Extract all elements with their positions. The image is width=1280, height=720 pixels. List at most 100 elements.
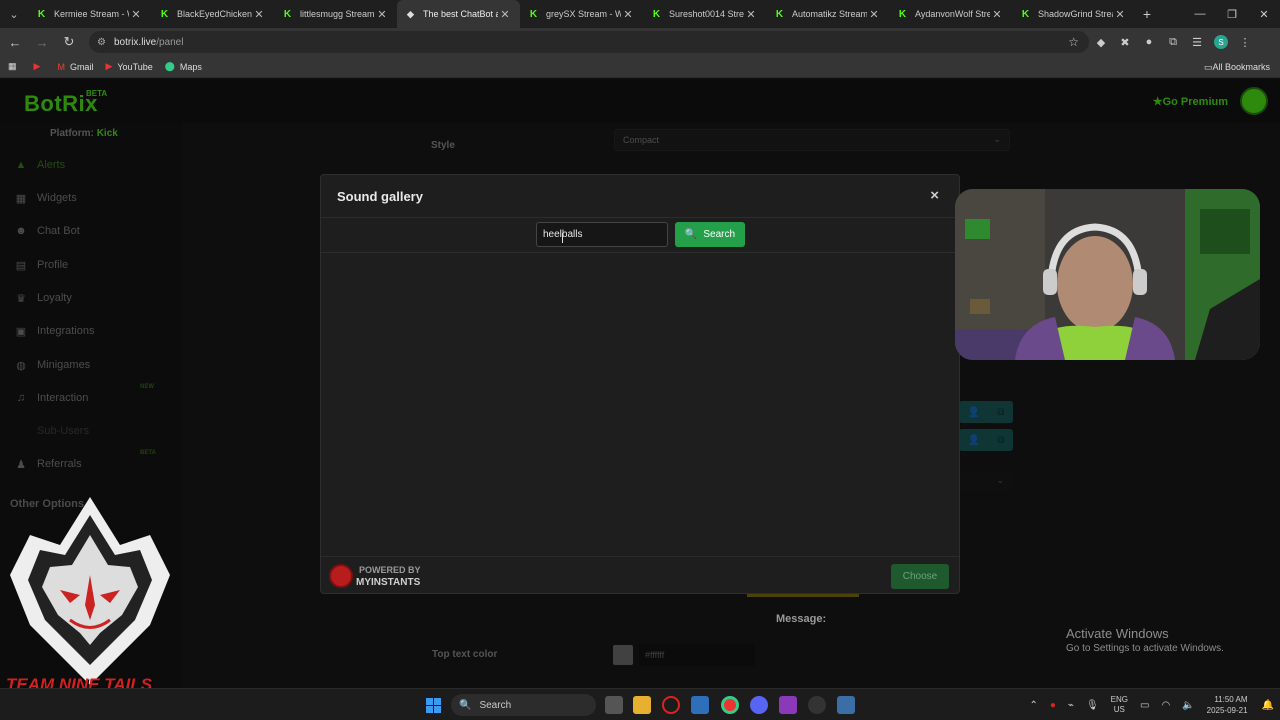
tab-label: Automatikz Stream - [792,9,867,19]
media-icon[interactable]: ☰ [1185,30,1209,54]
bookmark-maps[interactable]: ⬤ Maps [165,61,202,72]
bookmark-star-icon[interactable]: ☆ [1068,35,1079,49]
clock[interactable]: 11:50 AM 2025-09-21 [1207,694,1248,716]
tab-label: Kermiee Stream - W [54,9,129,19]
search-icon: 🔍 [459,699,472,711]
file-explorer-icon[interactable] [633,696,651,714]
network-icon[interactable]: ⌁ [1068,700,1074,711]
mic-icon[interactable]: 🎙 [1086,700,1099,711]
all-bookmarks[interactable]: ▭ All Bookmarks [1204,56,1270,78]
tab-label: BlackEyedChicken Str [177,9,252,19]
close-icon[interactable]: × [930,187,939,204]
menu-icon[interactable]: ⋮ [1233,30,1257,54]
tab-close-icon[interactable]: ✕ [990,8,1004,21]
tab-search-icon[interactable]: ⌄ [0,0,28,28]
team-name: TEAM NINE TAILS [6,675,153,688]
modal-footer: POWERED BY MYINSTANTS Choose [321,556,959,594]
windows-taskbar: 🔍 Search ⌃ ● ⌁ 🎙 ENG US ▭ ◠ 🔈 11:50 AM 2025… [0,688,1280,720]
powered-by-brand: MYINSTANTS [356,577,421,588]
app-icon[interactable] [837,696,855,714]
browser-tab[interactable]: ◆ The best ChatBot and✕ [397,0,520,28]
folder-icon: ▭ [1203,61,1213,72]
address-bar[interactable]: ⚙ botrix.live/panel ☆ [89,31,1089,53]
browser-tab[interactable]: K BlackEyedChicken Str✕ [151,0,274,28]
store-icon[interactable] [691,696,709,714]
tab-close-icon[interactable]: ✕ [252,8,266,21]
myinstants-logo-icon [329,564,353,588]
tab-close-icon[interactable]: ✕ [744,8,758,21]
tab-close-icon[interactable]: ✕ [621,8,635,21]
sound-search-input[interactable] [536,222,668,247]
wifi-icon[interactable]: ◠ [1161,700,1170,711]
clock-date: 2025-09-21 [1206,706,1248,715]
extension-icon[interactable]: ◆ [1089,30,1113,54]
fox-emblem-icon [10,497,170,685]
taskbar-search-label: Search [479,699,512,711]
bookmark-gmail[interactable]: M Gmail [57,61,93,72]
reload-icon[interactable]: ↻ [57,30,81,54]
browser-tab[interactable]: K Kermiee Stream - W ✕ [28,0,151,28]
profile-avatar-icon: S [1214,35,1228,49]
tab-close-icon[interactable]: ✕ [1113,8,1127,21]
tab-close-icon[interactable]: ✕ [375,8,389,21]
tab-label: Sureshot0014 Stream [669,9,744,19]
system-tray: ⌃ ● ⌁ 🎙 ENG US ▭ ◠ 🔈 11:50 AM 2025-09-21 🔔 [1023,689,1280,720]
chevron-up-icon[interactable]: ⌃ [1029,700,1037,711]
tab-label: ShadowGrind Stream [1038,9,1113,19]
minimize-icon[interactable]: — [1184,0,1216,28]
search-button[interactable]: 🔍 Search [675,222,745,247]
windows-start-icon[interactable] [426,698,441,713]
close-window-icon[interactable]: ✕ [1248,0,1280,28]
display-icon[interactable]: ▭ [1140,700,1149,711]
modal-title: Sound gallery [337,189,423,204]
tab-close-icon[interactable]: ✕ [867,8,881,21]
browser-tab[interactable]: K Automatikz Stream - ✕ [766,0,889,28]
language-indicator[interactable]: ENG US [1111,695,1128,715]
opera-icon[interactable] [662,696,680,714]
app-icon[interactable] [808,696,826,714]
bookmark-label: Maps [179,61,202,72]
back-icon[interactable]: ← [3,30,27,54]
tab-close-icon[interactable]: ✕ [498,8,512,21]
chrome-icon[interactable] [721,696,739,714]
taskbar-search[interactable]: 🔍 Search [451,694,596,716]
profile-avatar[interactable]: S [1209,30,1233,54]
extension-icon[interactable]: ● [1137,30,1161,54]
browser-tab[interactable]: Klittlesmugg Stream - ✕ [274,0,397,28]
webcam-image [955,189,1260,360]
browser-tab[interactable]: K ShadowGrind Stream✕ [1012,0,1135,28]
tab-close-icon[interactable]: ✕ [129,8,143,21]
volume-icon[interactable]: 🔈 [1182,700,1194,711]
site-info-icon[interactable]: ⚙ [97,37,106,48]
forward-icon[interactable]: → [30,30,54,54]
bookmark-youtube[interactable]: ▶ YouTube [105,61,152,72]
browser-tab[interactable]: K Sureshot0014 Stream✕ [643,0,766,28]
kick-icon: K [529,8,538,20]
url-host: botrix.live [113,36,157,48]
tray-app-icon[interactable]: ● [1050,700,1056,711]
restore-icon[interactable]: ❐ [1216,0,1248,28]
bookmarks-bar: ▦ ▶ M Gmail ▶ YouTube ⬤ Maps ▭ All Bookmarks [0,56,1280,78]
browser-tab[interactable]: KgreySX Stream - Wat✕ [520,0,643,28]
bookmark-youtube-red[interactable]: ▶ [34,61,46,72]
new-tab-button[interactable]: + [1135,6,1159,22]
team-logo [0,495,180,688]
apps-icon[interactable]: ▦ [8,61,22,72]
kick-icon: K [775,8,784,20]
notifications-icon[interactable]: 🔔 [1262,700,1274,711]
divider [321,217,959,218]
extension-icon[interactable]: ✖ [1113,30,1137,54]
extensions-puzzle-icon[interactable]: ⧉ [1161,30,1185,54]
kick-icon: K [160,8,169,20]
divider [321,252,959,253]
browser-toolbar: ← → ↻ ⚙ botrix.live/panel ☆ ◆ ✖ ● ⧉ ☰ S … [0,28,1280,56]
choose-button[interactable]: Choose [891,564,949,589]
page: BotRix BETA ★Go Premium Platform: Kick ▲… [0,79,1280,688]
task-view-icon[interactable] [605,696,623,714]
tab-strip: ⌄ K Kermiee Stream - W ✕ K BlackEyedChicken … [0,0,1280,28]
discord-icon[interactable] [750,696,768,714]
kick-icon: K [37,8,46,20]
maps-icon: ⬤ [164,61,175,71]
app-icon[interactable] [779,696,797,714]
browser-tab[interactable]: K AydanvonWolf Strea ✕ [889,0,1012,28]
